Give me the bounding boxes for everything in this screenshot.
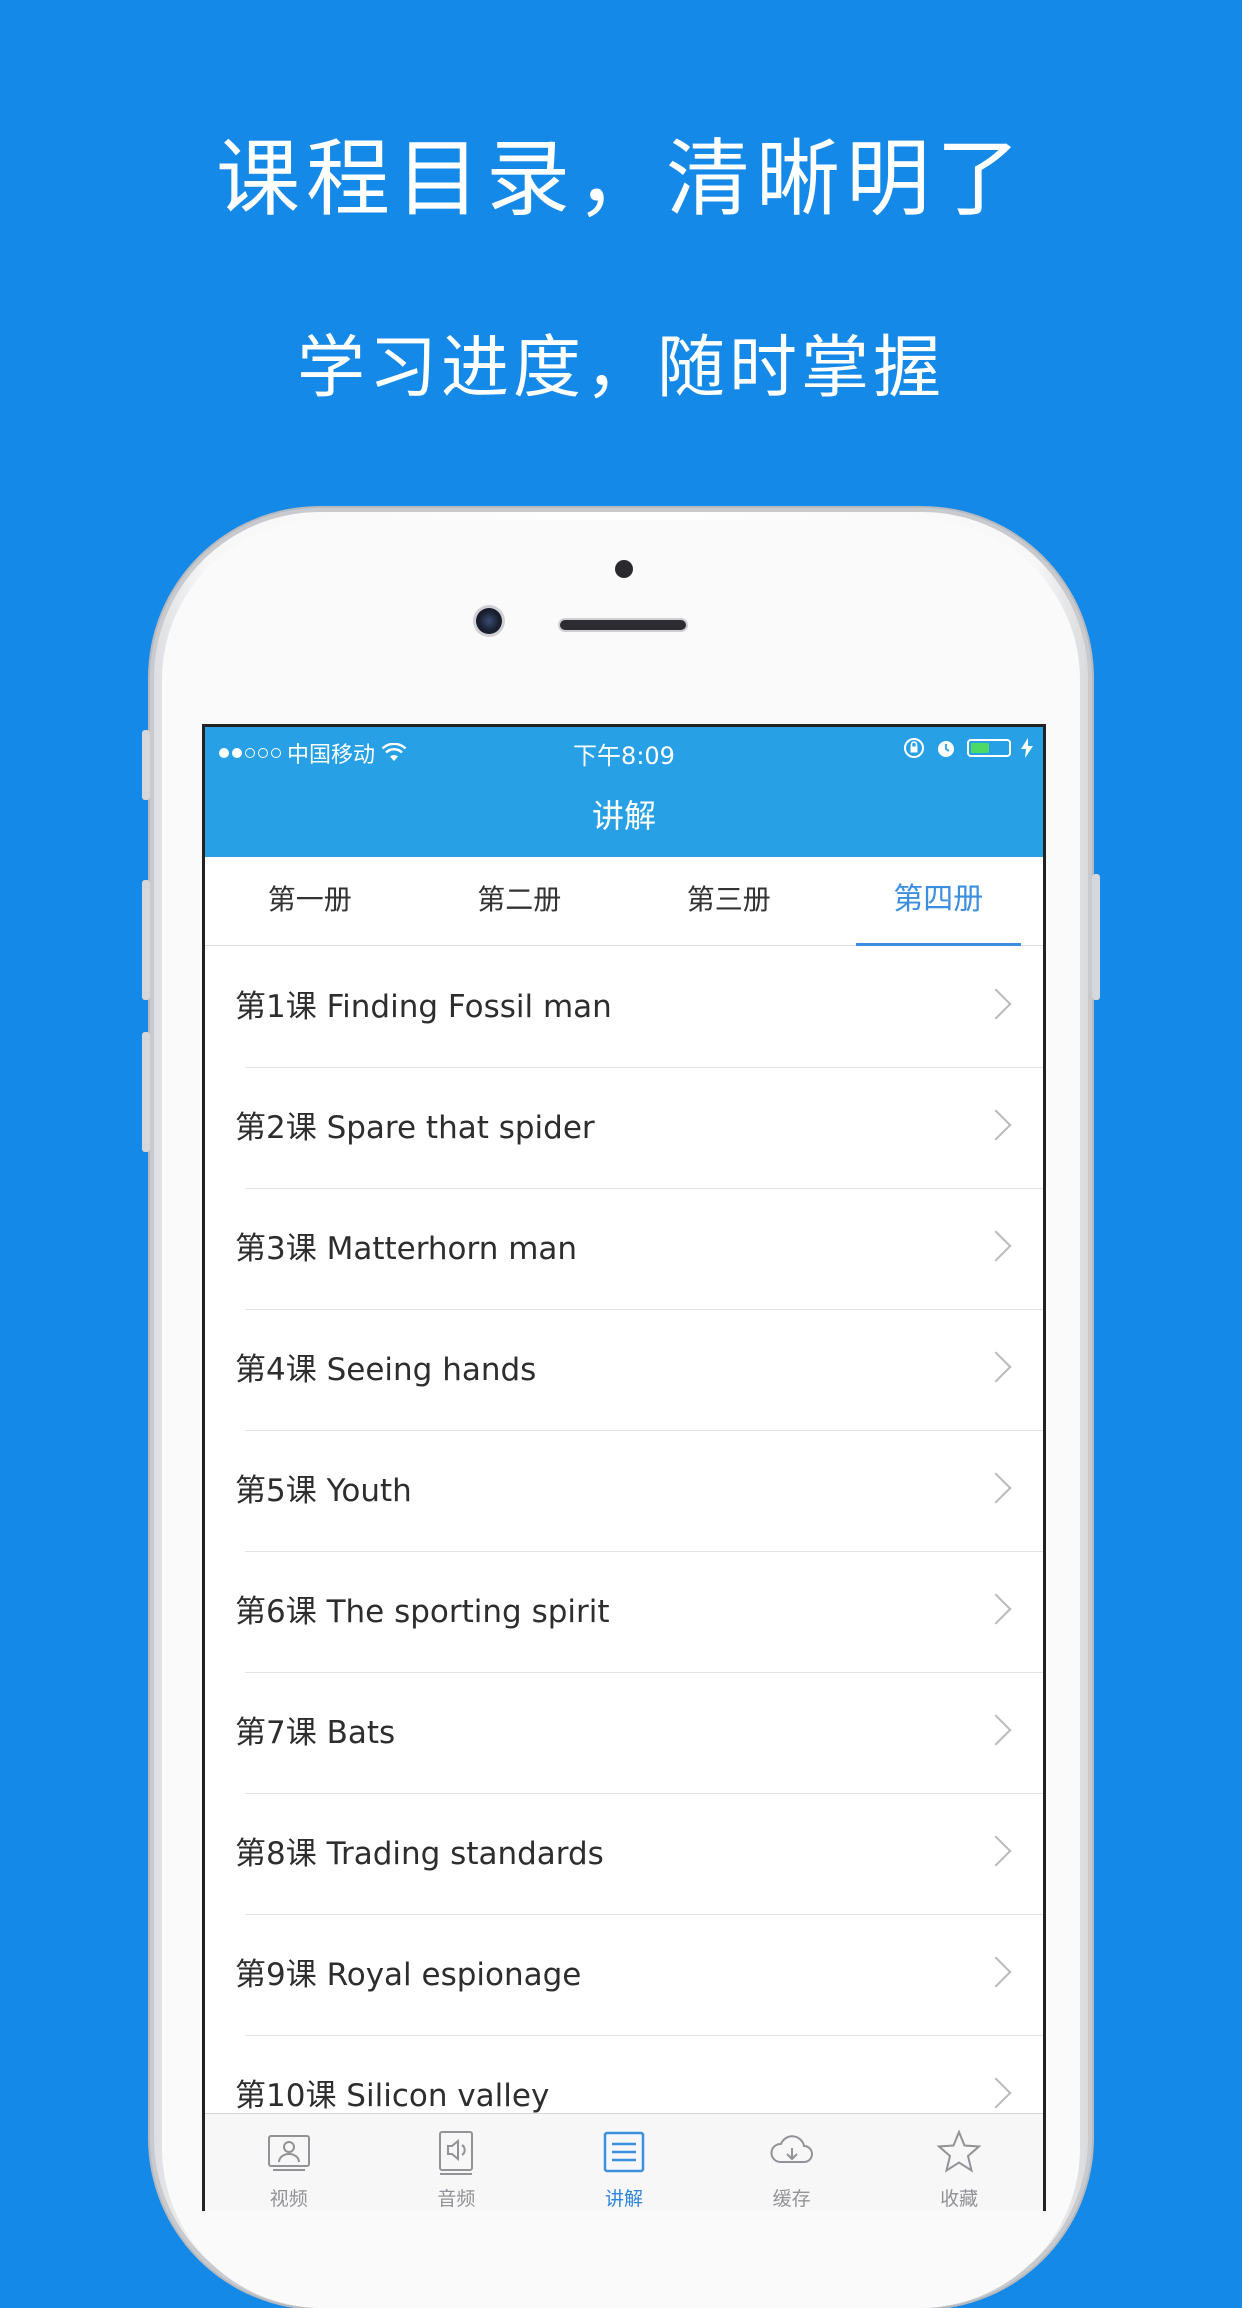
audio-icon xyxy=(432,2128,480,2176)
proximity-sensor xyxy=(615,560,633,578)
lesson-row[interactable]: 第2课 Spare that spider xyxy=(205,1068,1043,1189)
chevron-right-icon xyxy=(980,1472,1012,1504)
tab-book-2[interactable]: 第二册 xyxy=(415,857,625,945)
lesson-row[interactable]: 第4课 Seeing hands xyxy=(205,1310,1043,1431)
lesson-row[interactable]: 第6课 The sporting spirit xyxy=(205,1552,1043,1673)
mute-switch xyxy=(142,730,150,800)
chevron-right-icon xyxy=(980,1956,1012,1988)
lesson-title: 第4课 Seeing hands xyxy=(235,1352,537,1388)
chevron-right-icon xyxy=(980,1109,1012,1141)
tabbar-label: 音频 xyxy=(437,2188,476,2210)
cloud-download-icon xyxy=(768,2128,816,2176)
lesson-row[interactable]: 第5课 Youth xyxy=(205,1431,1043,1552)
alarm-icon xyxy=(938,741,954,757)
chevron-right-icon xyxy=(980,1351,1012,1383)
list-icon xyxy=(600,2128,648,2176)
front-camera xyxy=(476,608,502,634)
chevron-right-icon xyxy=(980,1593,1012,1625)
lesson-row[interactable]: 第7课 Bats xyxy=(205,1673,1043,1794)
battery-icon xyxy=(967,739,1011,757)
promo-subheadline: 学习进度，随时掌握 xyxy=(296,329,945,408)
tabbar-item-video[interactable]: 视频 xyxy=(205,2114,373,2211)
lesson-list[interactable]: 第1课 Finding Fossil man 第2课 Spare that spi… xyxy=(205,947,1043,2157)
lesson-row[interactable]: 第8课 Trading standards xyxy=(205,1794,1043,1915)
lesson-title: 第1课 Finding Fossil man xyxy=(235,989,612,1025)
volume-down-button xyxy=(142,1032,150,1152)
lesson-title: 第2课 Spare that spider xyxy=(235,1110,595,1146)
lesson-title: 第9课 Royal espionage xyxy=(235,1957,582,1993)
tabbar-item-list[interactable]: 讲解 xyxy=(540,2114,708,2211)
status-right xyxy=(903,737,1033,759)
tabbar-item-star[interactable]: 收藏 xyxy=(875,2114,1043,2211)
tabbar-item-cloud-download[interactable]: 缓存 xyxy=(708,2114,876,2211)
lesson-row[interactable]: 第3课 Matterhorn man xyxy=(205,1189,1043,1310)
tabbar-item-audio[interactable]: 音频 xyxy=(373,2114,541,2211)
lesson-row[interactable]: 第9课 Royal espionage xyxy=(205,1915,1043,2036)
lesson-title: 第5课 Youth xyxy=(235,1473,412,1509)
tabbar-label: 收藏 xyxy=(940,2188,979,2210)
chevron-right-icon xyxy=(980,988,1012,1020)
phone-screen: 中国移动 下午8:09 讲解 第一册 第二册 第三册 第四册 第1课 Findi… xyxy=(202,724,1046,2211)
tab-book-1[interactable]: 第一册 xyxy=(205,857,415,945)
promo-headline: 课程目录，清晰明了 xyxy=(215,130,1026,228)
chevron-right-icon xyxy=(980,1714,1012,1746)
tabbar-label: 缓存 xyxy=(772,2188,811,2210)
charging-bolt-icon xyxy=(1021,738,1033,758)
bottom-tab-bar: 视频 音频 讲解 缓存 收藏 xyxy=(205,2113,1043,2211)
volume-up-button xyxy=(142,880,150,1000)
tabbar-label: 讲解 xyxy=(604,2188,643,2210)
power-button xyxy=(1092,874,1100,1000)
chevron-right-icon xyxy=(980,1835,1012,1867)
lesson-title: 第3课 Matterhorn man xyxy=(235,1231,578,1267)
tab-book-3[interactable]: 第三册 xyxy=(624,857,834,945)
nav-bar: 讲解 xyxy=(205,775,1043,857)
lesson-row[interactable]: 第1课 Finding Fossil man xyxy=(205,947,1043,1068)
star-icon xyxy=(935,2128,983,2176)
lesson-title: 第7课 Bats xyxy=(235,1715,396,1751)
book-tabs: 第一册 第二册 第三册 第四册 xyxy=(205,857,1043,946)
chevron-right-icon xyxy=(980,2077,1012,2109)
earpiece-speaker xyxy=(560,620,686,630)
video-icon xyxy=(265,2128,313,2176)
chevron-right-icon xyxy=(980,1230,1012,1262)
nav-title: 讲解 xyxy=(591,797,656,835)
lesson-title: 第6课 The sporting spirit xyxy=(235,1594,610,1630)
orientation-lock-icon xyxy=(904,738,924,758)
status-bar: 中国移动 下午8:09 xyxy=(205,727,1043,775)
lesson-title: 第8课 Trading standards xyxy=(235,1836,604,1872)
tab-book-4[interactable]: 第四册 xyxy=(834,857,1044,946)
tabbar-label: 视频 xyxy=(269,2188,308,2210)
